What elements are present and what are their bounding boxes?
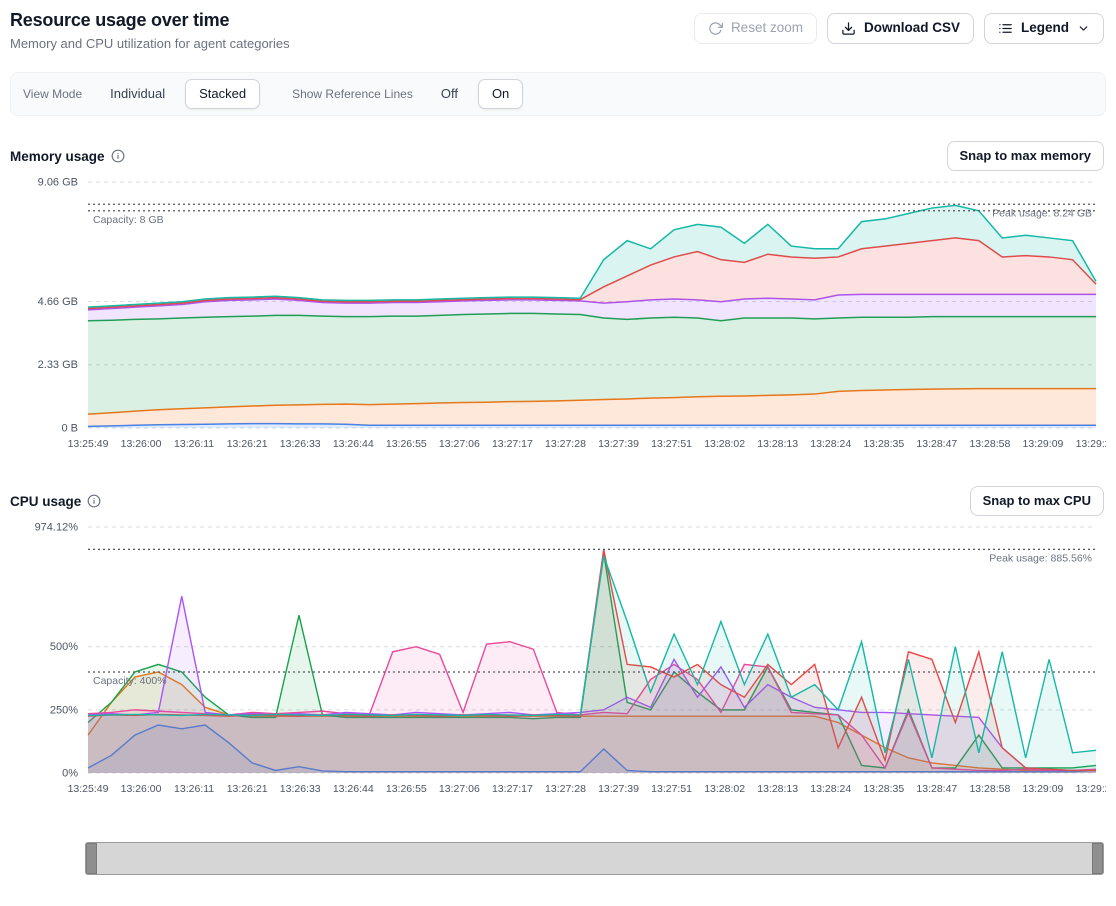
svg-text:13:25:49: 13:25:49 [68,783,109,795]
chart-controls-bar: View Mode Individual Stacked Show Refere… [10,72,1106,116]
download-csv-button[interactable]: Download CSV [827,13,974,44]
legend-list-icon [998,21,1013,36]
header-text: Resource usage over time Memory and CPU … [10,10,290,51]
svg-text:13:26:55: 13:26:55 [386,438,427,450]
brush-selection[interactable] [97,843,1092,874]
svg-text:13:28:13: 13:28:13 [757,783,798,795]
page-header: Resource usage over time Memory and CPU … [0,0,1116,51]
svg-text:13:28:24: 13:28:24 [810,438,851,450]
snap-max-cpu-button[interactable]: Snap to max CPU [970,486,1104,516]
cpu-title-row: CPU usage [10,494,101,509]
svg-text:13:29:09: 13:29:09 [1023,783,1064,795]
svg-text:13:28:02: 13:28:02 [704,438,745,450]
memory-chart-wrap: 9.06 GB 4.66 GB 2.33 GB 0 B 13:25:49 13:26:00… [10,174,1106,461]
svg-text:13:27:39: 13:27:39 [598,783,639,795]
svg-text:13:26:21: 13:26:21 [227,783,268,795]
memory-usage-chart[interactable]: 9.06 GB 4.66 GB 2.33 GB 0 B 13:25:49 13:26:00… [10,174,1106,456]
svg-text:13:27:51: 13:27:51 [651,438,692,450]
svg-text:13:27:06: 13:27:06 [439,783,480,795]
svg-text:13:26:33: 13:26:33 [280,783,321,795]
svg-text:974.12%: 974.12% [35,522,79,534]
svg-text:13:26:11: 13:26:11 [174,783,214,795]
view-mode-individual[interactable]: Individual [96,79,179,109]
svg-text:Peak usage: 885.56%: Peak usage: 885.56% [989,552,1092,564]
reset-zoom-button[interactable]: Reset zoom [694,13,817,44]
svg-text:13:28:24: 13:28:24 [810,783,851,795]
reference-lines-off[interactable]: Off [427,79,472,109]
svg-text:13:27:17: 13:27:17 [492,438,533,450]
reference-lines-label: Show Reference Lines [292,87,413,101]
svg-text:13:26:00: 13:26:00 [121,783,162,795]
reset-zoom-label: Reset zoom [731,21,803,36]
brush-handle-left[interactable] [86,843,97,874]
svg-text:13:28:58: 13:28:58 [969,783,1010,795]
svg-text:13:27:28: 13:27:28 [545,783,586,795]
svg-text:13:25:49: 13:25:49 [68,438,109,450]
page-subtitle: Memory and CPU utilization for agent cat… [10,36,290,51]
header-buttons: Reset zoom Download CSV Legend [694,10,1104,44]
svg-text:13:26:00: 13:26:00 [121,438,162,450]
info-icon[interactable] [111,149,125,163]
svg-text:0%: 0% [62,768,78,780]
svg-text:13:28:13: 13:28:13 [757,438,798,450]
svg-text:13:28:47: 13:28:47 [916,438,957,450]
svg-text:13:26:33: 13:26:33 [280,438,321,450]
memory-section-title: Memory usage [10,149,105,164]
svg-text:13:28:02: 13:28:02 [704,783,745,795]
legend-button[interactable]: Legend [984,13,1104,44]
svg-text:13:26:44: 13:26:44 [333,783,374,795]
legend-label: Legend [1021,21,1069,36]
page-title: Resource usage over time [10,10,290,31]
info-icon[interactable] [87,494,101,508]
time-range-scrollbar[interactable] [85,842,1104,875]
svg-text:0 B: 0 B [61,423,78,435]
svg-text:Capacity: 400%: Capacity: 400% [93,675,167,687]
chevron-down-icon [1077,22,1090,35]
view-mode-stacked[interactable]: Stacked [185,79,260,109]
svg-text:13:27:39: 13:27:39 [598,438,639,450]
memory-section-header: Memory usage Snap to max memory [10,140,1104,172]
memory-title-row: Memory usage [10,149,125,164]
view-mode-label: View Mode [23,87,82,101]
svg-text:13:27:51: 13:27:51 [651,783,692,795]
svg-text:250%: 250% [50,704,78,716]
snap-max-memory-button[interactable]: Snap to max memory [947,141,1105,171]
cpu-section-title: CPU usage [10,494,81,509]
cpu-section-header: CPU usage Snap to max CPU [10,485,1104,517]
svg-text:13:29:24: 13:29:24 [1076,783,1106,795]
svg-text:13:26:21: 13:26:21 [227,438,268,450]
svg-text:13:28:58: 13:28:58 [969,438,1010,450]
svg-text:13:27:28: 13:27:28 [545,438,586,450]
reference-lines-on[interactable]: On [478,79,523,109]
brush-row [85,842,1104,875]
download-csv-label: Download CSV [864,21,960,36]
svg-text:2.33 GB: 2.33 GB [38,359,78,371]
svg-text:13:27:06: 13:27:06 [439,438,480,450]
svg-text:Capacity: 8 GB: Capacity: 8 GB [93,214,164,226]
cpu-chart-wrap: 974.12% 500% 250% 0% 13:25:49 13:26:00 13:26:1… [10,519,1106,806]
svg-text:9.06 GB: 9.06 GB [38,177,78,189]
svg-text:4.66 GB: 4.66 GB [38,296,78,308]
svg-text:13:26:11: 13:26:11 [174,438,214,450]
brush-handle-right[interactable] [1092,843,1103,874]
svg-text:500%: 500% [50,641,78,653]
svg-text:Peak usage: 8.24 GB: Peak usage: 8.24 GB [992,207,1092,219]
svg-text:13:26:44: 13:26:44 [333,438,374,450]
svg-text:13:28:35: 13:28:35 [863,783,904,795]
reset-zoom-icon [708,21,723,36]
svg-text:13:29:09: 13:29:09 [1023,438,1064,450]
svg-text:13:28:35: 13:28:35 [863,438,904,450]
svg-text:13:27:17: 13:27:17 [492,783,533,795]
svg-text:13:28:47: 13:28:47 [916,783,957,795]
download-icon [841,21,856,36]
cpu-usage-chart[interactable]: 974.12% 500% 250% 0% 13:25:49 13:26:00 13:26:1… [10,519,1106,801]
svg-text:13:26:55: 13:26:55 [386,783,427,795]
svg-text:13:29:24: 13:29:24 [1076,438,1106,450]
